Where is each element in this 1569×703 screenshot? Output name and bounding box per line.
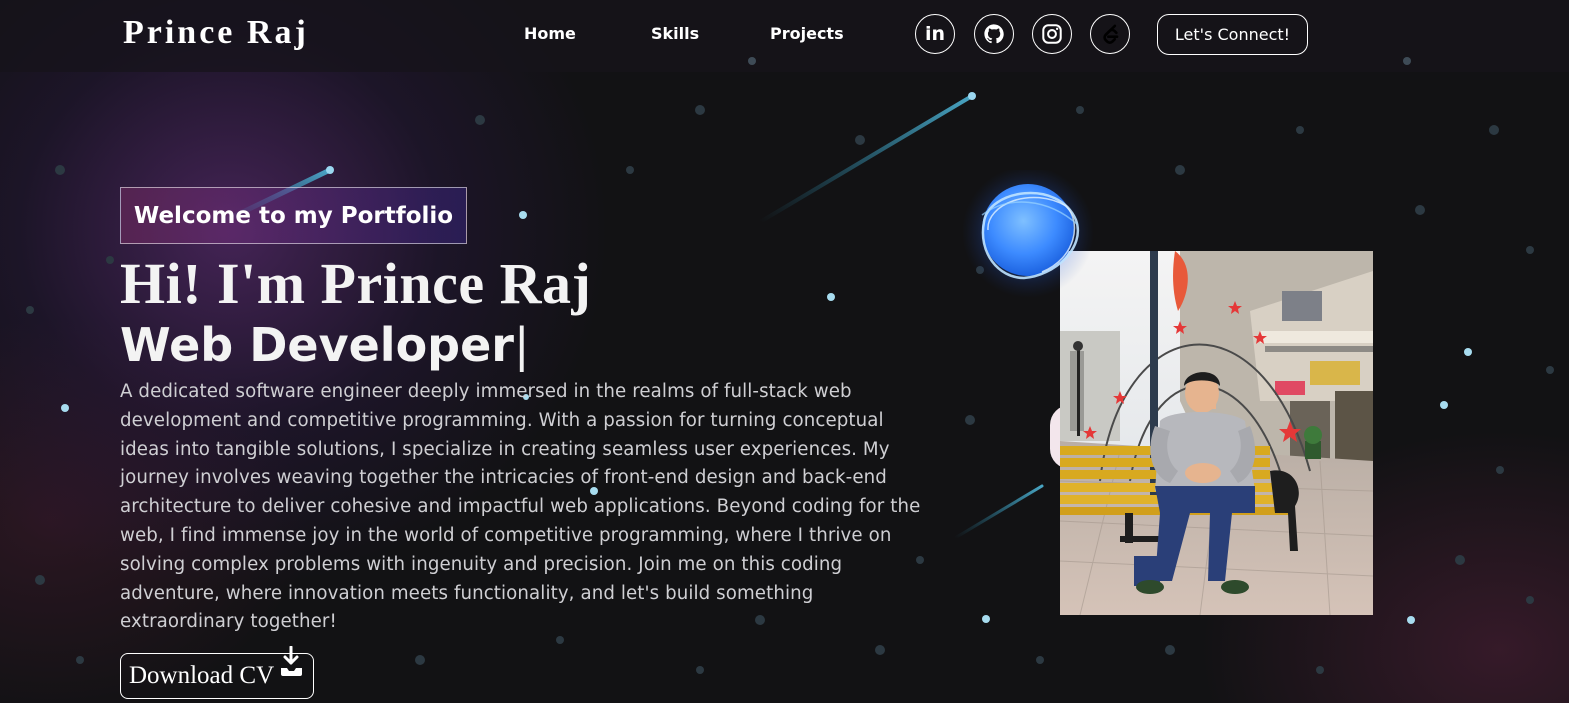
linkedin-link[interactable]: in	[915, 14, 955, 54]
github-icon	[984, 24, 1004, 44]
welcome-tagline: Welcome to my Portfolio	[120, 187, 467, 244]
typing-cursor: |	[514, 318, 530, 372]
typing-role-text: Web Developer|	[120, 318, 530, 372]
nav-link-home[interactable]: Home	[524, 24, 576, 43]
linkedin-icon: in	[924, 22, 946, 45]
hero-greeting: Hi! I'm Prince Raj	[120, 251, 592, 316]
profile-photo-illustration	[1060, 251, 1373, 615]
meteor-streak	[758, 94, 974, 224]
instagram-link[interactable]	[1032, 14, 1072, 54]
glowing-orb	[962, 170, 1094, 298]
github-link[interactable]	[974, 14, 1014, 54]
meteor-head	[968, 92, 976, 100]
role-text: Web Developer	[120, 318, 514, 372]
leetcode-link[interactable]	[1090, 14, 1130, 54]
download-icon	[281, 646, 302, 676]
navbar: Prince Raj Home Skills Projects in Let's…	[0, 0, 1569, 72]
instagram-icon	[1042, 24, 1062, 44]
meteor-head	[326, 166, 334, 174]
lets-connect-button[interactable]: Let's Connect!	[1157, 14, 1308, 55]
nav-link-skills[interactable]: Skills	[651, 24, 699, 43]
profile-photo	[1060, 251, 1373, 615]
meteor-streak	[953, 484, 1044, 540]
nav-link-projects[interactable]: Projects	[770, 24, 844, 43]
leetcode-icon	[1103, 24, 1119, 44]
hero-bio: A dedicated software engineer deeply imm…	[120, 381, 921, 633]
site-logo[interactable]: Prince Raj	[123, 14, 309, 52]
